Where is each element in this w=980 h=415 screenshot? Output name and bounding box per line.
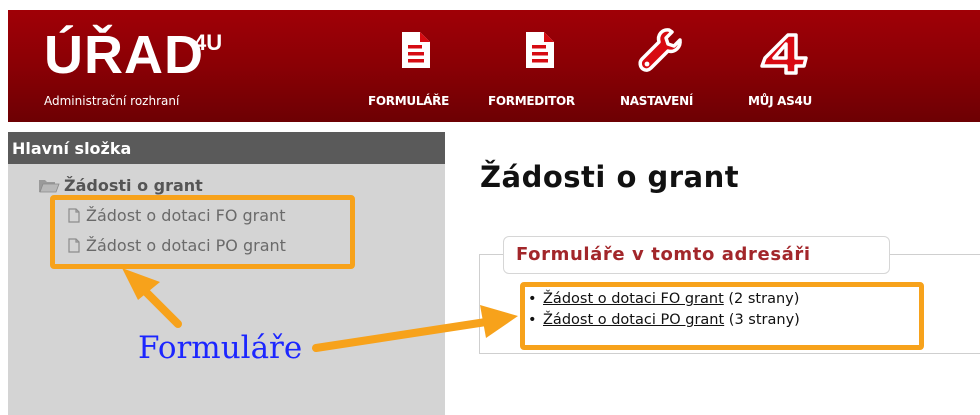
- nav-formulare[interactable]: FORMULÁŘE: [364, 10, 474, 122]
- folder-label: Žádosti o grant: [64, 176, 203, 195]
- sidebar: Hlavní složka Žádosti o grant Žádost o d…: [8, 132, 445, 415]
- nav-label-formeditor: FORMEDITOR: [488, 94, 575, 108]
- nav-formeditor[interactable]: FORMEDITOR: [486, 10, 598, 122]
- as4u-logo-icon: [760, 33, 808, 75]
- forms-legend: Formuláře v tomto adresáři: [503, 236, 890, 274]
- folder-open-icon: [39, 180, 60, 193]
- wrench-icon: [638, 28, 682, 72]
- sidebar-heading: Hlavní složka: [8, 132, 445, 164]
- brand-title: ÚŘAD: [44, 25, 204, 85]
- document-icon: [526, 32, 554, 68]
- nav-muj-as4u[interactable]: MŮJ AS4U: [728, 10, 838, 122]
- nav-label-muj-as4u: MŮJ AS4U: [748, 94, 812, 108]
- nav-nastaveni[interactable]: NASTAVENÍ: [612, 10, 712, 122]
- nav-label-nastaveni: NASTAVENÍ: [620, 94, 693, 108]
- nav-label-formulare: FORMULÁŘE: [368, 94, 449, 108]
- page-title: Žádosti o grant: [480, 160, 740, 194]
- top-header: ÚŘAD 4U Administrační rozhraní FORMULÁŘE…: [8, 10, 980, 122]
- annotation-label: Formuláře: [138, 330, 303, 366]
- sidebar-forms-highlight: [50, 195, 355, 269]
- brand-subtitle: Administrační rozhraní: [44, 94, 180, 108]
- main-forms-highlight: [520, 282, 924, 350]
- brand[interactable]: ÚŘAD 4U Administrační rozhraní: [44, 25, 222, 108]
- brand-superscript: 4U: [194, 30, 223, 55]
- document-icon: [402, 32, 430, 68]
- folder-item[interactable]: Žádosti o grant: [38, 176, 203, 195]
